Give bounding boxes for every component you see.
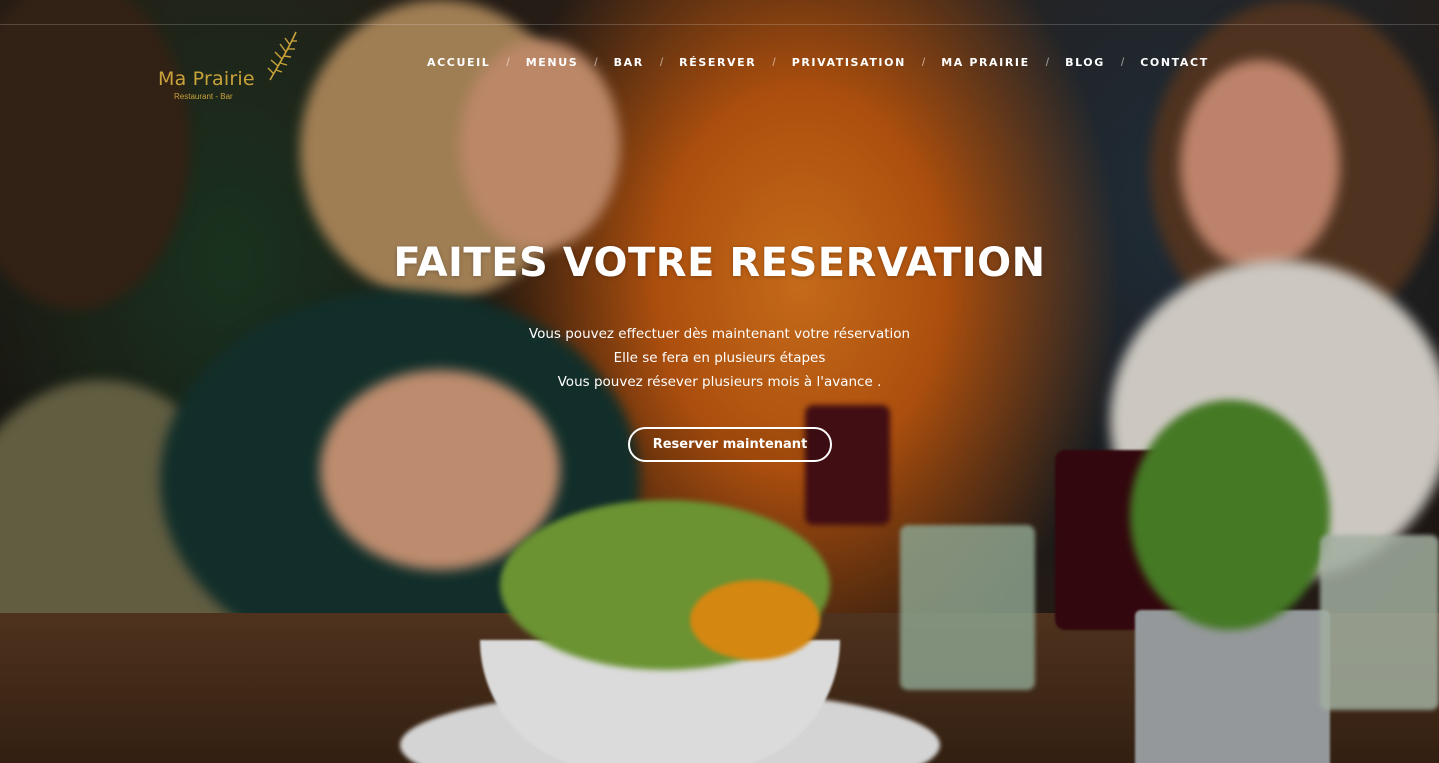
nav-blog[interactable]: BLOG — [1052, 56, 1118, 69]
hero-line: Elle se fera en plusieurs étapes — [613, 350, 826, 366]
nav-separator: / — [921, 55, 926, 69]
nav-menus[interactable]: MENUS — [513, 56, 592, 69]
hero-line: Vous pouvez effectuer dès maintenant vot… — [528, 326, 911, 342]
nav-contact[interactable]: CONTACT — [1127, 56, 1222, 69]
nav-ma-prairie[interactable]: MA PRAIRIE — [928, 56, 1043, 69]
reserve-now-button[interactable]: Reserver maintenant — [628, 427, 832, 462]
fern-leaf-icon — [267, 31, 297, 81]
hero-description: Vous pouvez effectuer dès maintenant vot… — [0, 322, 1439, 394]
top-divider — [0, 24, 1439, 25]
nav-reserver[interactable]: RÉSERVER — [666, 56, 769, 69]
nav-separator: / — [1120, 55, 1125, 69]
nav-separator: / — [506, 55, 510, 69]
hero-line: Vous pouvez résever plusieurs mois à l'a… — [557, 374, 882, 390]
logo-tagline: Restaurant - Bar — [174, 92, 233, 101]
hero-title: FAITES VOTRE RESERVATION — [393, 240, 1046, 286]
nav-separator: / — [594, 55, 598, 69]
site-logo[interactable]: Ma Prairie Restaurant - Bar — [158, 30, 308, 102]
main-navigation: ACCUEIL / MENUS / BAR / RÉSERVER / PRIVA… — [414, 52, 1222, 72]
nav-separator: / — [659, 55, 664, 69]
nav-accueil[interactable]: ACCUEIL — [414, 56, 503, 69]
nav-separator: / — [772, 55, 776, 69]
nav-bar[interactable]: BAR — [601, 56, 657, 69]
nav-separator: / — [1045, 55, 1050, 69]
logo-name: Ma Prairie — [158, 68, 255, 90]
nav-privatisation[interactable]: PRIVATISATION — [779, 56, 919, 69]
